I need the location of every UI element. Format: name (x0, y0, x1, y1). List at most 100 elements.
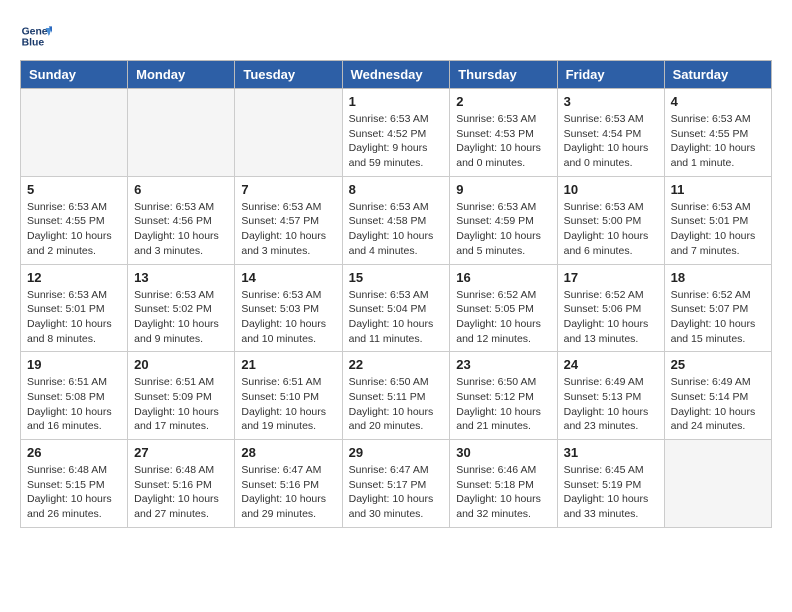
day-info: Sunrise: 6:53 AMSunset: 5:00 PMDaylight:… (564, 200, 658, 259)
calendar-cell: 4 Sunrise: 6:53 AMSunset: 4:55 PMDaylight… (664, 89, 771, 177)
calendar-cell: 27Sunrise: 6:48 AMSunset: 5:16 PMDayligh… (128, 440, 235, 528)
day-number: 23 (456, 357, 550, 372)
day-number: 15 (349, 270, 444, 285)
calendar-cell: 15Sunrise: 6:53 AMSunset: 5:04 PMDayligh… (342, 264, 450, 352)
day-info: Sunrise: 6:53 AMSunset: 4:55 PMDaylight:… (27, 200, 121, 259)
day-info: Sunrise: 6:53 AMSunset: 5:01 PMDaylight:… (27, 288, 121, 347)
calendar-cell: 28 Sunrise: 6:47 AMSunset: 5:16 PMDayligh… (235, 440, 342, 528)
calendar-cell: 29 Sunrise: 6:47 AMSunset: 5:17 PMDayligh… (342, 440, 450, 528)
day-number: 3 (564, 94, 658, 109)
day-info: Sunrise: 6:52 AMSunset: 5:05 PMDaylight:… (456, 288, 550, 347)
calendar-cell: 19Sunrise: 6:51 AMSunset: 5:08 PMDayligh… (21, 352, 128, 440)
day-info: Sunrise: 6:53 AMSunset: 4:52 PMDaylight:… (349, 112, 444, 171)
day-number: 25 (671, 357, 765, 372)
day-number: 4 (671, 94, 765, 109)
day-info: Sunrise: 6:53 AMSunset: 4:56 PMDaylight:… (134, 200, 228, 259)
calendar-cell: 8 Sunrise: 6:53 AMSunset: 4:58 PMDaylight… (342, 176, 450, 264)
day-number: 12 (27, 270, 121, 285)
day-header-tuesday: Tuesday (235, 61, 342, 89)
week-row-1: 1 Sunrise: 6:53 AMSunset: 4:52 PMDaylight… (21, 89, 772, 177)
day-info: Sunrise: 6:45 AMSunset: 5:19 PMDaylight:… (564, 463, 658, 522)
day-number: 28 (241, 445, 335, 460)
day-number: 8 (349, 182, 444, 197)
week-row-5: 26 Sunrise: 6:48 AMSunset: 5:15 PMDayligh… (21, 440, 772, 528)
day-info: Sunrise: 6:53 AMSunset: 4:57 PMDaylight:… (241, 200, 335, 259)
week-row-3: 12 Sunrise: 6:53 AMSunset: 5:01 PMDayligh… (21, 264, 772, 352)
calendar-cell (235, 89, 342, 177)
day-info: Sunrise: 6:51 AMSunset: 5:09 PMDaylight:… (134, 375, 228, 434)
calendar-cell: 25 Sunrise: 6:49 AMSunset: 5:14 PMDayligh… (664, 352, 771, 440)
day-number: 26 (27, 445, 121, 460)
day-info: Sunrise: 6:49 AMSunset: 5:14 PMDaylight:… (671, 375, 765, 434)
calendar-cell: 13 Sunrise: 6:53 AMSunset: 5:02 PMDayligh… (128, 264, 235, 352)
day-header-friday: Friday (557, 61, 664, 89)
logo-icon: General Blue (20, 20, 52, 52)
calendar-cell (21, 89, 128, 177)
day-info: Sunrise: 6:51 AMSunset: 5:10 PMDaylight:… (241, 375, 335, 434)
day-info: Sunrise: 6:47 AMSunset: 5:17 PMDaylight:… (349, 463, 444, 522)
day-info: Sunrise: 6:52 AMSunset: 5:06 PMDaylight:… (564, 288, 658, 347)
calendar-cell: 23 Sunrise: 6:50 AMSunset: 5:12 PMDayligh… (450, 352, 557, 440)
calendar-cell: 5Sunrise: 6:53 AMSunset: 4:55 PMDaylight… (21, 176, 128, 264)
day-header-thursday: Thursday (450, 61, 557, 89)
day-number: 11 (671, 182, 765, 197)
calendar-cell: 17 Sunrise: 6:52 AMSunset: 5:06 PMDayligh… (557, 264, 664, 352)
day-info: Sunrise: 6:48 AMSunset: 5:15 PMDaylight:… (27, 463, 121, 522)
page: General Blue SundayMondayTuesdayWednesda… (0, 0, 792, 548)
day-info: Sunrise: 6:53 AMSunset: 5:02 PMDaylight:… (134, 288, 228, 347)
calendar-cell: 31 Sunrise: 6:45 AMSunset: 5:19 PMDayligh… (557, 440, 664, 528)
day-info: Sunrise: 6:50 AMSunset: 5:11 PMDaylight:… (349, 375, 444, 434)
day-number: 1 (349, 94, 444, 109)
header: General Blue (20, 20, 772, 52)
calendar-cell: 21 Sunrise: 6:51 AMSunset: 5:10 PMDayligh… (235, 352, 342, 440)
day-info: Sunrise: 6:47 AMSunset: 5:16 PMDaylight:… (241, 463, 335, 522)
calendar-cell: 26 Sunrise: 6:48 AMSunset: 5:15 PMDayligh… (21, 440, 128, 528)
logo-area: General Blue (20, 20, 56, 52)
day-info: Sunrise: 6:53 AMSunset: 4:58 PMDaylight:… (349, 200, 444, 259)
calendar-cell: 16Sunrise: 6:52 AMSunset: 5:05 PMDayligh… (450, 264, 557, 352)
day-number: 18 (671, 270, 765, 285)
day-header-sunday: Sunday (21, 61, 128, 89)
day-number: 29 (349, 445, 444, 460)
day-info: Sunrise: 6:46 AMSunset: 5:18 PMDaylight:… (456, 463, 550, 522)
day-info: Sunrise: 6:53 AMSunset: 4:54 PMDaylight:… (564, 112, 658, 171)
calendar-cell: 24 Sunrise: 6:49 AMSunset: 5:13 PMDayligh… (557, 352, 664, 440)
calendar-header-row: SundayMondayTuesdayWednesdayThursdayFrid… (21, 61, 772, 89)
day-number: 31 (564, 445, 658, 460)
day-info: Sunrise: 6:53 AMSunset: 4:55 PMDaylight:… (671, 112, 765, 171)
day-info: Sunrise: 6:53 AMSunset: 5:03 PMDaylight:… (241, 288, 335, 347)
calendar-cell: 14 Sunrise: 6:53 AMSunset: 5:03 PMDayligh… (235, 264, 342, 352)
day-number: 13 (134, 270, 228, 285)
calendar: SundayMondayTuesdayWednesdayThursdayFrid… (20, 60, 772, 528)
day-number: 20 (134, 357, 228, 372)
day-number: 10 (564, 182, 658, 197)
day-number: 17 (564, 270, 658, 285)
day-info: Sunrise: 6:52 AMSunset: 5:07 PMDaylight:… (671, 288, 765, 347)
day-info: Sunrise: 6:53 AMSunset: 5:01 PMDaylight:… (671, 200, 765, 259)
day-number: 6 (134, 182, 228, 197)
week-row-4: 19Sunrise: 6:51 AMSunset: 5:08 PMDayligh… (21, 352, 772, 440)
calendar-cell: 20 Sunrise: 6:51 AMSunset: 5:09 PMDayligh… (128, 352, 235, 440)
day-number: 2 (456, 94, 550, 109)
day-info: Sunrise: 6:50 AMSunset: 5:12 PMDaylight:… (456, 375, 550, 434)
calendar-cell: 22Sunrise: 6:50 AMSunset: 5:11 PMDayligh… (342, 352, 450, 440)
calendar-cell: 10 Sunrise: 6:53 AMSunset: 5:00 PMDayligh… (557, 176, 664, 264)
day-number: 21 (241, 357, 335, 372)
day-number: 24 (564, 357, 658, 372)
calendar-cell: 3 Sunrise: 6:53 AMSunset: 4:54 PMDaylight… (557, 89, 664, 177)
day-number: 7 (241, 182, 335, 197)
calendar-cell: 11 Sunrise: 6:53 AMSunset: 5:01 PMDayligh… (664, 176, 771, 264)
calendar-cell: 6 Sunrise: 6:53 AMSunset: 4:56 PMDaylight… (128, 176, 235, 264)
calendar-cell: 18 Sunrise: 6:52 AMSunset: 5:07 PMDayligh… (664, 264, 771, 352)
calendar-cell: 7 Sunrise: 6:53 AMSunset: 4:57 PMDaylight… (235, 176, 342, 264)
day-header-monday: Monday (128, 61, 235, 89)
day-info: Sunrise: 6:53 AMSunset: 4:53 PMDaylight:… (456, 112, 550, 171)
day-number: 19 (27, 357, 121, 372)
week-row-2: 5Sunrise: 6:53 AMSunset: 4:55 PMDaylight… (21, 176, 772, 264)
day-number: 14 (241, 270, 335, 285)
day-info: Sunrise: 6:49 AMSunset: 5:13 PMDaylight:… (564, 375, 658, 434)
calendar-cell: 30 Sunrise: 6:46 AMSunset: 5:18 PMDayligh… (450, 440, 557, 528)
day-number: 30 (456, 445, 550, 460)
day-number: 27 (134, 445, 228, 460)
calendar-cell: 9Sunrise: 6:53 AMSunset: 4:59 PMDaylight… (450, 176, 557, 264)
